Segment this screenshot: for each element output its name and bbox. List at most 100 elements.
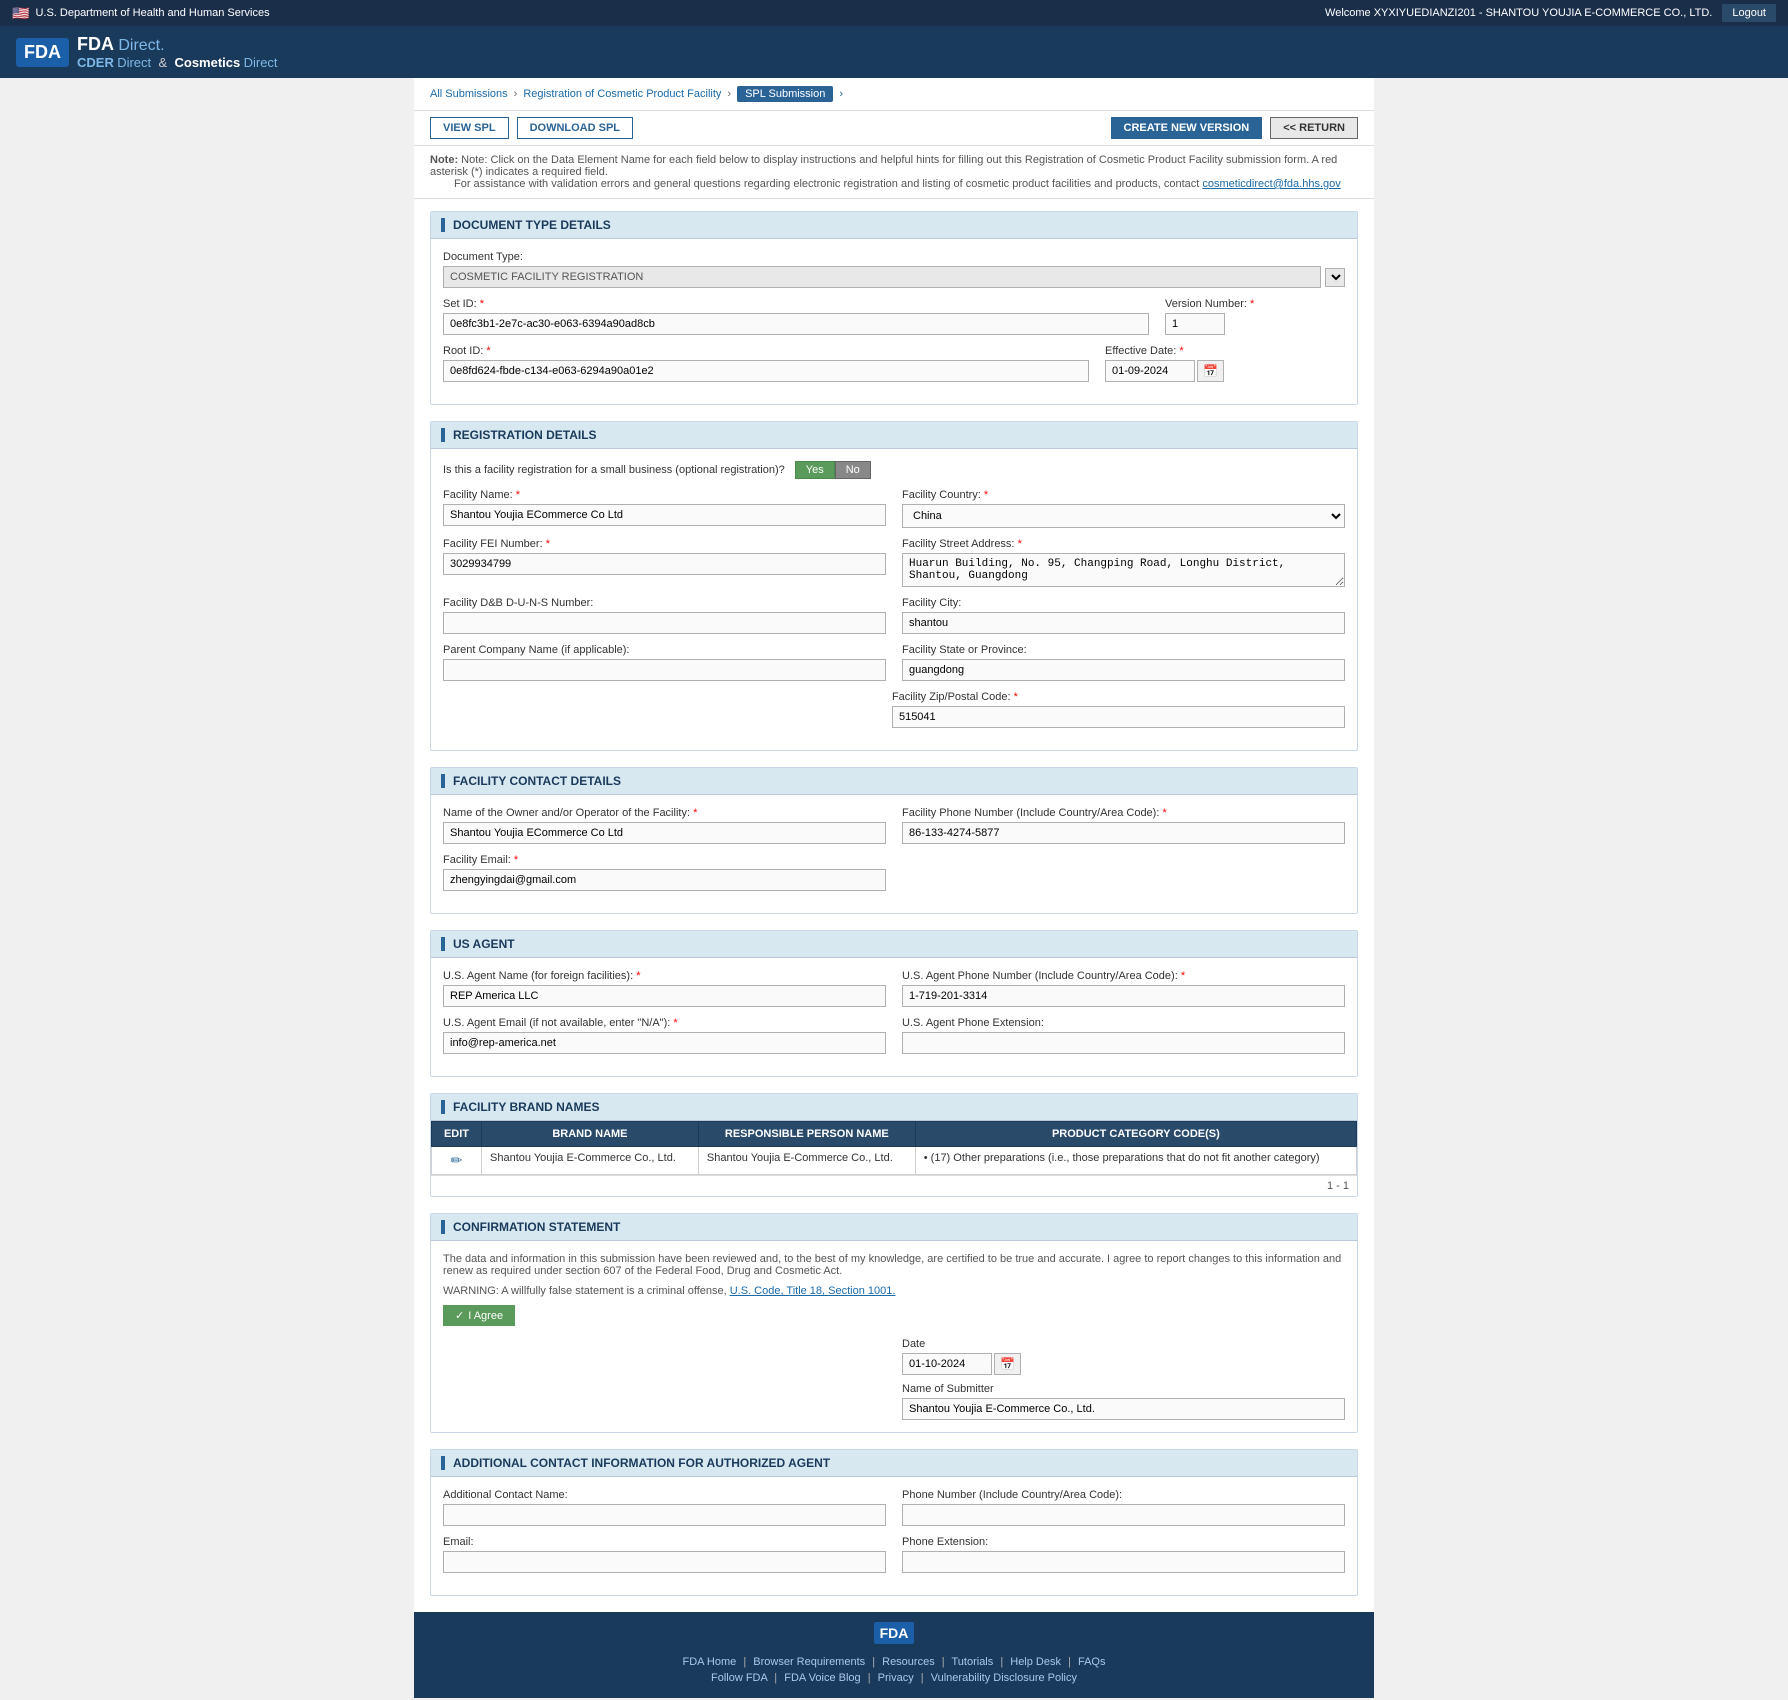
section-bar3	[441, 774, 445, 788]
document-type-input[interactable]	[443, 266, 1321, 288]
agent-email-label: U.S. Agent Email (if not available, ente…	[443, 1017, 886, 1029]
view-spl-button[interactable]: VIEW SPL	[430, 117, 509, 139]
add-contact-phone-ext-label: Phone Extension:	[902, 1536, 1345, 1548]
facility-fei-input[interactable]	[443, 553, 886, 575]
facility-country-select[interactable]: China	[902, 504, 1345, 528]
download-spl-button[interactable]: DOWNLOAD SPL	[517, 117, 633, 139]
add-contact-phone-ext-group: Phone Extension:	[902, 1536, 1345, 1573]
set-id-group: Set ID: *	[443, 298, 1149, 335]
agent-email-input[interactable]	[443, 1032, 886, 1054]
col-responsible-person: RESPONSIBLE PERSON NAME	[698, 1122, 915, 1147]
confirmation-header: CONFIRMATION STATEMENT	[431, 1214, 1357, 1241]
agent-name-input[interactable]	[443, 985, 886, 1007]
effective-date-label: Effective Date: *	[1105, 345, 1345, 357]
section-bar6	[441, 1220, 445, 1234]
parent-company-input[interactable]	[443, 659, 886, 681]
col-brand-name: BRAND NAME	[482, 1122, 699, 1147]
facility-zip-label: Facility Zip/Postal Code: *	[892, 691, 1345, 703]
fda-direct-text: Direct.	[118, 37, 164, 54]
add-contact-email-input[interactable]	[443, 1551, 886, 1573]
effective-date-calendar-icon[interactable]: 📅	[1197, 360, 1224, 382]
agent-phone-input[interactable]	[902, 985, 1345, 1007]
facility-fei-label: Facility FEI Number: *	[443, 538, 886, 550]
facility-street-input[interactable]: Huarun Building, No. 95, Changping Road,…	[902, 553, 1345, 587]
facility-name-input[interactable]	[443, 504, 886, 526]
confirm-right: Date 📅 Name of Submitter	[902, 1338, 1345, 1420]
facility-zip-input[interactable]	[892, 706, 1345, 728]
document-type-section: DOCUMENT TYPE DETAILS Document Type:	[430, 211, 1358, 405]
add-contact-phone-input[interactable]	[902, 1504, 1345, 1526]
facility-dnb-input[interactable]	[443, 612, 886, 634]
facility-country-label: Facility Country: *	[902, 489, 1345, 501]
version-number-group: Version Number: *	[1165, 298, 1345, 335]
document-type-select[interactable]	[1325, 268, 1345, 287]
footer-faqs[interactable]: FAQs	[1078, 1656, 1106, 1668]
version-number-input[interactable]	[1165, 313, 1225, 335]
footer-browser-req[interactable]: Browser Requirements	[753, 1656, 865, 1668]
facility-city-input[interactable]	[902, 612, 1345, 634]
footer-fda-voice-blog[interactable]: FDA Voice Blog	[784, 1672, 860, 1684]
set-id-input[interactable]	[443, 313, 1149, 335]
fda-logo: FDA FDA Direct. CDER Direct & Cosmetics …	[16, 34, 278, 70]
owner-name-input[interactable]	[443, 822, 886, 844]
cder-direct-text: Direct	[117, 55, 151, 70]
footer-resources[interactable]: Resources	[882, 1656, 935, 1668]
agent-phone-ext-input[interactable]	[902, 1032, 1345, 1054]
breadcrumb: All Submissions › Registration of Cosmet…	[414, 78, 1374, 111]
confirm-date-calendar-icon[interactable]: 📅	[994, 1353, 1021, 1375]
assistance-email[interactable]: cosmeticdirect@fda.hhs.gov	[1202, 178, 1340, 190]
agent-name-group: U.S. Agent Name (for foreign facilities)…	[443, 970, 886, 1007]
small-biz-row: Is this a facility registration for a sm…	[443, 461, 1345, 479]
section-bar5	[441, 1100, 445, 1114]
edit-cell[interactable]: ✏	[432, 1147, 482, 1175]
warning-link[interactable]: U.S. Code, Title 18, Section 1001.	[730, 1285, 896, 1297]
footer-vulnerability-disclosure[interactable]: Vulnerability Disclosure Policy	[931, 1672, 1077, 1684]
parent-company-group: Parent Company Name (if applicable):	[443, 644, 886, 681]
reg-row3: Facility D&B D-U-N-S Number: Facility Ci…	[443, 597, 1345, 634]
breadcrumb-all-submissions[interactable]: All Submissions	[430, 88, 508, 100]
confirm-date-wrap: 📅	[902, 1353, 1345, 1375]
confirmation-body-text: The data and information in this submiss…	[443, 1253, 1345, 1277]
footer-tutorials[interactable]: Tutorials	[951, 1656, 993, 1668]
owner-name-group: Name of the Owner and/or Operator of the…	[443, 807, 886, 844]
add-contact-name-group: Additional Contact Name:	[443, 1489, 886, 1526]
breadcrumb-registration[interactable]: Registration of Cosmetic Product Facilit…	[523, 88, 721, 100]
facility-email-input[interactable]	[443, 869, 886, 891]
no-button[interactable]: No	[835, 461, 871, 479]
edit-icon[interactable]: ✏	[451, 1152, 463, 1168]
reg-row5: Facility Zip/Postal Code: *	[443, 691, 1345, 728]
effective-date-input[interactable]	[1105, 360, 1195, 382]
warning-text: WARNING: A willfully false statement is …	[443, 1285, 1345, 1297]
add-contact-phone-ext-input[interactable]	[902, 1551, 1345, 1573]
agent-phone-group: U.S. Agent Phone Number (Include Country…	[902, 970, 1345, 1007]
footer-follow-fda[interactable]: Follow FDA	[711, 1672, 767, 1684]
breadcrumb-arrow: ›	[839, 88, 843, 100]
return-button[interactable]: << RETURN	[1270, 117, 1358, 139]
col-edit: EDIT	[432, 1122, 482, 1147]
note-text: Note: Click on the Data Element Name for…	[430, 154, 1337, 178]
logout-button[interactable]: Logout	[1722, 4, 1776, 22]
registration-header: REGISTRATION DETAILS	[431, 422, 1357, 449]
footer-privacy[interactable]: Privacy	[878, 1672, 914, 1684]
agent-phone-ext-group: U.S. Agent Phone Extension:	[902, 1017, 1345, 1054]
root-id-input[interactable]	[443, 360, 1089, 382]
facility-name-label: Facility Name: *	[443, 489, 886, 501]
facility-contact-section: FACILITY CONTACT DETAILS Name of the Own…	[430, 767, 1358, 914]
yes-button[interactable]: Yes	[795, 461, 835, 479]
facility-state-input[interactable]	[902, 659, 1345, 681]
add-contact-name-input[interactable]	[443, 1504, 886, 1526]
submitter-group: Name of Submitter	[902, 1383, 1345, 1420]
facility-phone-input[interactable]	[902, 822, 1345, 844]
confirm-date-input[interactable]	[902, 1353, 992, 1375]
contact-row1: Name of the Owner and/or Operator of the…	[443, 807, 1345, 844]
facility-contact-body: Name of the Owner and/or Operator of the…	[431, 795, 1357, 913]
confirmation-body: The data and information in this submiss…	[431, 1241, 1357, 1432]
create-new-version-button[interactable]: CREATE NEW VERSION	[1111, 117, 1263, 139]
footer-help-desk[interactable]: Help Desk	[1010, 1656, 1061, 1668]
footer-fda-home[interactable]: FDA Home	[682, 1656, 736, 1668]
document-type-group: Document Type:	[443, 251, 1345, 288]
submitter-input[interactable]	[902, 1398, 1345, 1420]
add-contact-email-group: Email:	[443, 1536, 886, 1573]
agree-button[interactable]: ✓ I Agree	[443, 1305, 515, 1326]
additional-contact-body: Additional Contact Name: Phone Number (I…	[431, 1477, 1357, 1595]
